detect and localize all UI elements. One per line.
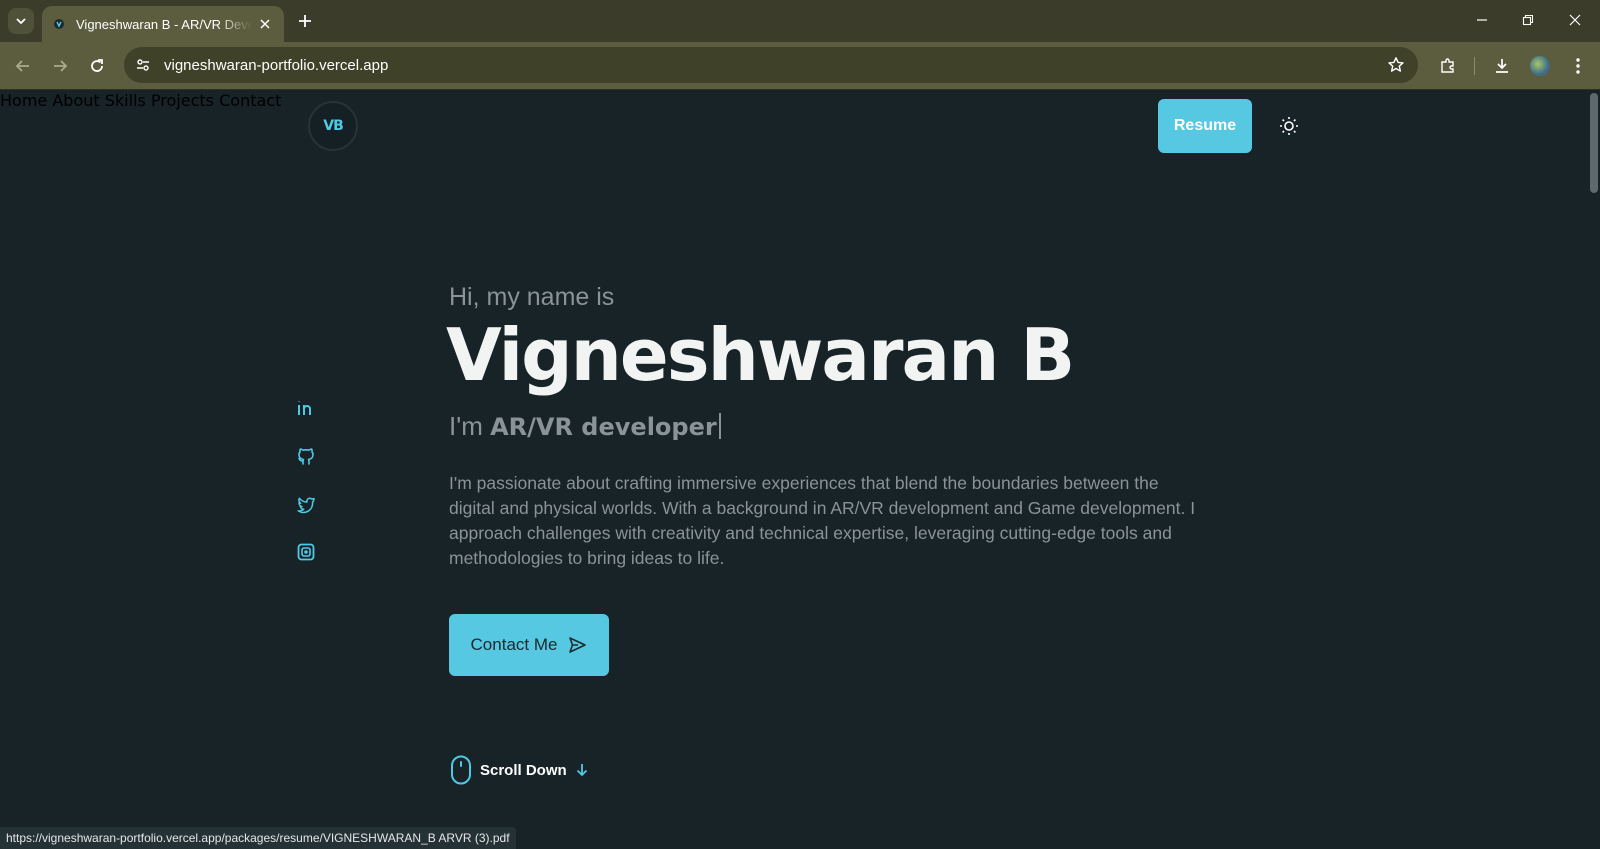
linkedin-icon	[298, 401, 311, 415]
linkedin-link[interactable]	[295, 397, 317, 419]
reload-button[interactable]	[83, 52, 111, 80]
instagram-icon	[297, 543, 315, 561]
restore-button[interactable]	[1508, 6, 1548, 34]
reload-icon	[91, 59, 103, 72]
site-favicon	[52, 17, 66, 31]
contact-me-button[interactable]: Contact Me	[449, 614, 609, 676]
github-link[interactable]	[295, 445, 317, 467]
hero-role: I'm AR/VR developer	[449, 411, 721, 442]
arrow-right-icon	[54, 60, 68, 72]
tab-search-button[interactable]	[8, 8, 34, 34]
nav-skills[interactable]: Skills	[105, 91, 146, 110]
arrow-left-icon	[15, 60, 29, 72]
role-prefix: I'm	[449, 411, 491, 441]
nav-home[interactable]: Home	[0, 91, 47, 110]
tab-title: Vigneshwaran B - AR/VR Developer	[76, 16, 252, 32]
sun-icon	[1280, 117, 1298, 135]
github-icon	[298, 448, 314, 465]
web-page: VB Home About Skills Projects Contact Re…	[0, 91, 1600, 849]
contact-me-label: Contact Me	[470, 635, 558, 654]
browser-tab-bar: Vigneshwaran B - AR/VR Developer	[0, 0, 1600, 42]
minimize-icon	[1477, 19, 1487, 21]
profile-button[interactable]	[1526, 52, 1554, 80]
typing-caret	[718, 413, 721, 439]
url-text: vigneshwaran-portfolio.vercel.app	[164, 56, 389, 74]
page-scrollbar[interactable]	[1588, 91, 1600, 849]
close-window-button[interactable]	[1555, 6, 1595, 34]
send-icon	[569, 637, 587, 653]
main-nav: Home About Skills Projects Contact	[0, 91, 1600, 110]
instagram-link[interactable]	[295, 541, 317, 563]
close-tab-icon[interactable]	[256, 15, 274, 33]
browser-toolbar: vigneshwaran-portfolio.vercel.app	[0, 42, 1600, 90]
arrow-down-icon	[576, 764, 587, 777]
hero-name: Vigneshwaran B	[446, 313, 1075, 397]
avatar	[1530, 56, 1550, 76]
nav-contact[interactable]: Contact	[219, 91, 281, 110]
downloads-button[interactable]	[1488, 52, 1516, 80]
chevron-down-icon	[16, 18, 26, 25]
extensions-button[interactable]	[1434, 52, 1462, 80]
hero-greeting: Hi, my name is	[449, 283, 615, 311]
scrollbar-thumb[interactable]	[1590, 93, 1598, 193]
close-icon	[1569, 14, 1581, 26]
toolbar-divider	[1474, 57, 1475, 75]
resume-button[interactable]: Resume	[1158, 99, 1252, 153]
link-status-bar: https://vigneshwaran-portfolio.vercel.ap…	[0, 827, 516, 849]
forward-button[interactable]	[46, 52, 74, 80]
role-title: AR/VR developer	[490, 413, 717, 441]
browser-menu-button[interactable]	[1564, 52, 1592, 80]
hero-bio: I'm passionate about crafting immersive …	[449, 473, 1196, 568]
minimize-button[interactable]	[1462, 6, 1502, 34]
scroll-down-link[interactable]: Scroll Down	[450, 755, 589, 785]
browser-tab[interactable]: Vigneshwaran B - AR/VR Developer	[42, 6, 284, 42]
download-icon	[1496, 59, 1508, 73]
mouse-icon	[451, 755, 471, 785]
status-url: https://vigneshwaran-portfolio.vercel.ap…	[6, 831, 510, 845]
kebab-menu-icon	[1576, 58, 1580, 74]
restore-icon	[1522, 14, 1534, 26]
twitter-link[interactable]	[295, 493, 317, 515]
logo-text: VB	[323, 118, 343, 134]
bookmark-star-icon[interactable]	[1384, 53, 1408, 77]
site-logo[interactable]: VB	[308, 101, 358, 151]
address-bar[interactable]: vigneshwaran-portfolio.vercel.app	[124, 47, 1418, 83]
theme-toggle-button[interactable]	[1278, 115, 1300, 137]
twitter-icon	[297, 497, 315, 514]
puzzle-icon	[1441, 58, 1454, 73]
nav-about[interactable]: About	[52, 91, 99, 110]
scroll-down-label: Scroll Down	[480, 761, 567, 779]
new-tab-button[interactable]	[294, 10, 316, 32]
nav-projects[interactable]: Projects	[151, 91, 214, 110]
plus-icon	[299, 15, 311, 27]
site-info-icon[interactable]	[130, 52, 156, 78]
back-button[interactable]	[9, 52, 37, 80]
